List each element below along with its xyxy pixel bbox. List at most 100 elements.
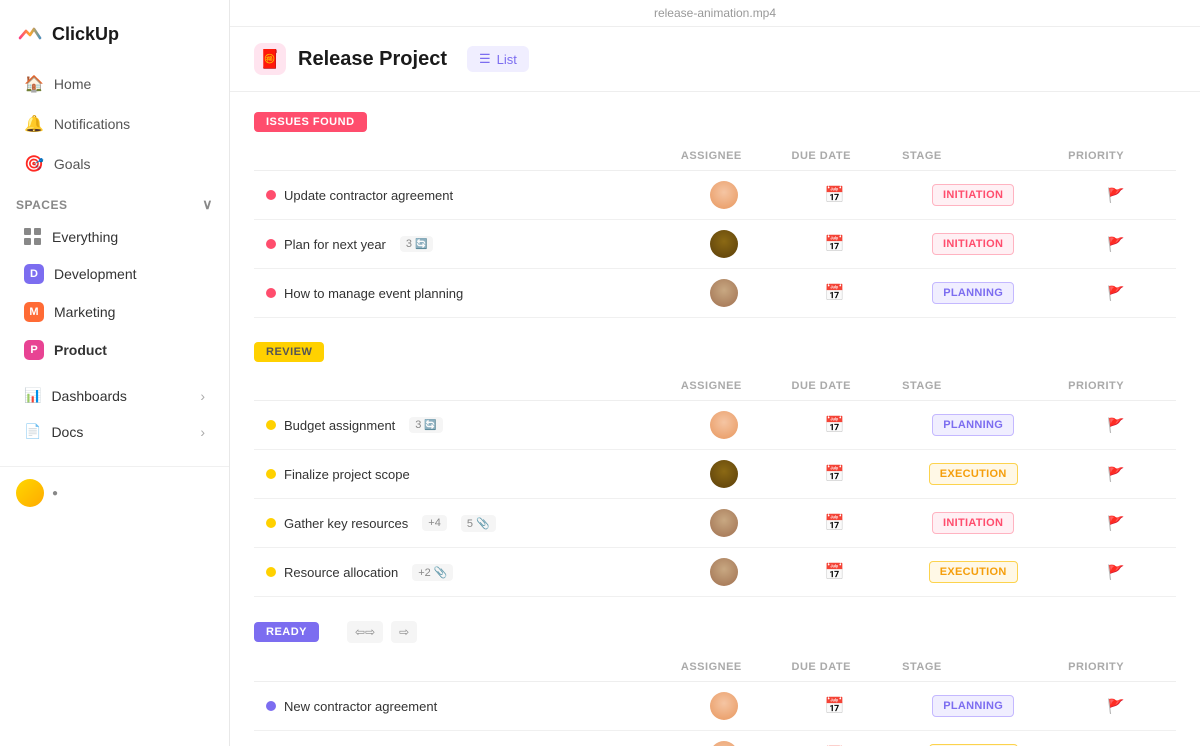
assignee-cell: [669, 269, 780, 318]
priority-cell: 🚩: [1056, 171, 1176, 220]
calendar-icon: 📅: [825, 185, 845, 205]
app-logo[interactable]: ClickUp: [0, 12, 229, 64]
marketing-space-icon: M: [24, 302, 44, 322]
review-table: ASSIGNEE DUE DATE STAGE PRIORITY Budget …: [254, 372, 1176, 597]
stage-cell: INITIATION: [890, 171, 1056, 220]
table-row[interactable]: Plan for next year 3🔄 📅 INITIATION: [254, 220, 1176, 269]
sidebar-item-notifications-label: Notifications: [54, 116, 130, 132]
avatar: [710, 460, 738, 488]
sidebar-item-product[interactable]: P Product: [8, 332, 221, 368]
calendar-icon: 📅: [825, 464, 845, 484]
table-row[interactable]: Update contractor agreement 📅 INITIATION: [254, 171, 1176, 220]
stage-cell: INITIATION: [890, 220, 1056, 269]
task-dot-red: [266, 190, 276, 200]
task-extras: +2 📎: [412, 564, 453, 581]
sidebar-item-docs[interactable]: 📄 Docs ›: [8, 414, 221, 449]
groups-container: ISSUES FOUND ASSIGNEE DUE DATE STAGE PRI…: [230, 92, 1200, 746]
col-header-priority-2: PRIORITY: [1056, 372, 1176, 401]
avatar: [710, 181, 738, 209]
table-row[interactable]: Refresh company website 5 📎 📅 EXECUTION …: [254, 731, 1176, 746]
sidebar-item-goals[interactable]: 🎯 Goals: [8, 145, 221, 183]
task-name: Plan for next year: [284, 237, 386, 252]
sidebar-item-marketing-label: Marketing: [54, 304, 115, 320]
table-row[interactable]: Gather key resources +4 5 📎 📅 INITIATION…: [254, 499, 1176, 548]
stage-badge: PLANNING: [932, 414, 1014, 436]
stage-badge: INITIATION: [932, 512, 1014, 534]
task-name: Gather key resources: [284, 516, 408, 531]
ready-table: ASSIGNEE DUE DATE STAGE PRIORITY New con…: [254, 653, 1176, 746]
col-header-date-2: DUE DATE: [780, 372, 891, 401]
col-header-date-3: DUE DATE: [780, 653, 891, 682]
sidebar-item-development[interactable]: D Development: [8, 256, 221, 292]
sidebar-item-everything-label: Everything: [52, 229, 118, 245]
group-ready: READY ⇦⇨ ⇨ ASSIGNEE DUE DATE STAGE PRIOR…: [254, 621, 1176, 746]
dashboard-icon: 📊: [24, 387, 41, 404]
stage-badge: PLANNING: [932, 282, 1014, 304]
due-date-cell: 📅: [780, 269, 891, 318]
group-review-header-row: REVIEW: [254, 342, 1176, 362]
ready-table-header: ASSIGNEE DUE DATE STAGE PRIORITY: [254, 653, 1176, 682]
task-name-cell: How to manage event planning: [254, 269, 669, 318]
task-subtask-count: 3🔄: [409, 417, 443, 433]
col-header-task: [254, 653, 669, 682]
calendar-icon: 📅: [825, 696, 845, 716]
task-dot-yellow: [266, 567, 276, 577]
priority-icon: 🚩: [1107, 417, 1124, 434]
table-row[interactable]: Budget assignment 3🔄 📅 PLANNING 🚩: [254, 401, 1176, 450]
task-name: How to manage event planning: [284, 286, 463, 301]
task-attachments: 5 📎: [461, 515, 496, 532]
table-row[interactable]: Finalize project scope 📅 EXECUTION 🚩: [254, 450, 1176, 499]
table-row[interactable]: New contractor agreement 📅 PLANNING 🚩: [254, 682, 1176, 731]
task-name-cell: Update contractor agreement: [254, 171, 669, 220]
target-icon: 🎯: [24, 154, 44, 174]
calendar-icon: 📅: [825, 234, 845, 254]
due-date-cell: 📅: [780, 171, 891, 220]
sidebar-item-development-label: Development: [54, 266, 137, 282]
everything-grid-icon: [24, 228, 42, 246]
sidebar-item-home[interactable]: 🏠 Home: [8, 65, 221, 103]
view-list-label: List: [497, 52, 517, 67]
user-avatar: [16, 479, 44, 507]
calendar-icon: 📅: [825, 283, 845, 303]
priority-icon: 🚩: [1107, 564, 1124, 581]
task-name: Finalize project scope: [284, 467, 410, 482]
stage-badge: EXECUTION: [929, 561, 1018, 583]
toolbar-btn-1[interactable]: ⇦⇨: [347, 621, 383, 643]
table-row[interactable]: How to manage event planning 📅 PLANNING: [254, 269, 1176, 318]
view-list-tab[interactable]: ☰ List: [467, 46, 529, 72]
sidebar-item-marketing[interactable]: M Marketing: [8, 294, 221, 330]
stage-badge: INITIATION: [932, 233, 1014, 255]
avatar: [710, 509, 738, 537]
sidebar-item-home-label: Home: [54, 76, 91, 92]
task-subtask-count: 3🔄: [400, 236, 434, 252]
avatar: [710, 692, 738, 720]
dashboards-chevron-icon: ›: [200, 388, 205, 404]
sidebar-item-dashboards-label: Dashboards: [51, 388, 127, 404]
sidebar-item-dashboards[interactable]: 📊 Dashboards ›: [8, 378, 221, 413]
col-header-task: [254, 142, 669, 171]
priority-icon: 🚩: [1107, 236, 1124, 253]
sidebar: ClickUp 🏠 Home 🔔 Notifications 🎯 Goals S…: [0, 0, 230, 746]
sidebar-item-goals-label: Goals: [54, 156, 91, 172]
sidebar-user-section[interactable]: ●: [0, 466, 229, 519]
sidebar-item-notifications[interactable]: 🔔 Notifications: [8, 105, 221, 143]
project-icon: 🧧: [254, 43, 286, 75]
task-name: Update contractor agreement: [284, 188, 453, 203]
toolbar-btn-2[interactable]: ⇨: [391, 621, 417, 643]
calendar-icon: 📅: [825, 415, 845, 435]
due-date-cell: 📅: [780, 220, 891, 269]
col-header-stage-1: STAGE: [890, 142, 1056, 171]
task-name-cell: Plan for next year 3🔄: [254, 220, 669, 269]
task-dot-yellow: [266, 469, 276, 479]
col-header-date-1: DUE DATE: [780, 142, 891, 171]
col-header-assignee-3: ASSIGNEE: [669, 653, 780, 682]
table-row[interactable]: Resource allocation +2 📎 📅 EXECUTION 🚩: [254, 548, 1176, 597]
spaces-collapse-icon[interactable]: ∨: [202, 196, 213, 213]
review-badge: REVIEW: [254, 342, 324, 362]
priority-icon: 🚩: [1107, 466, 1124, 483]
issues-found-badge: ISSUES FOUND: [254, 112, 367, 132]
spaces-section-header: Spaces ∨: [0, 184, 229, 219]
group-review: REVIEW ASSIGNEE DUE DATE STAGE PRIORITY: [254, 342, 1176, 597]
sidebar-item-everything[interactable]: Everything: [8, 220, 221, 254]
user-status-icon: ●: [52, 488, 58, 499]
